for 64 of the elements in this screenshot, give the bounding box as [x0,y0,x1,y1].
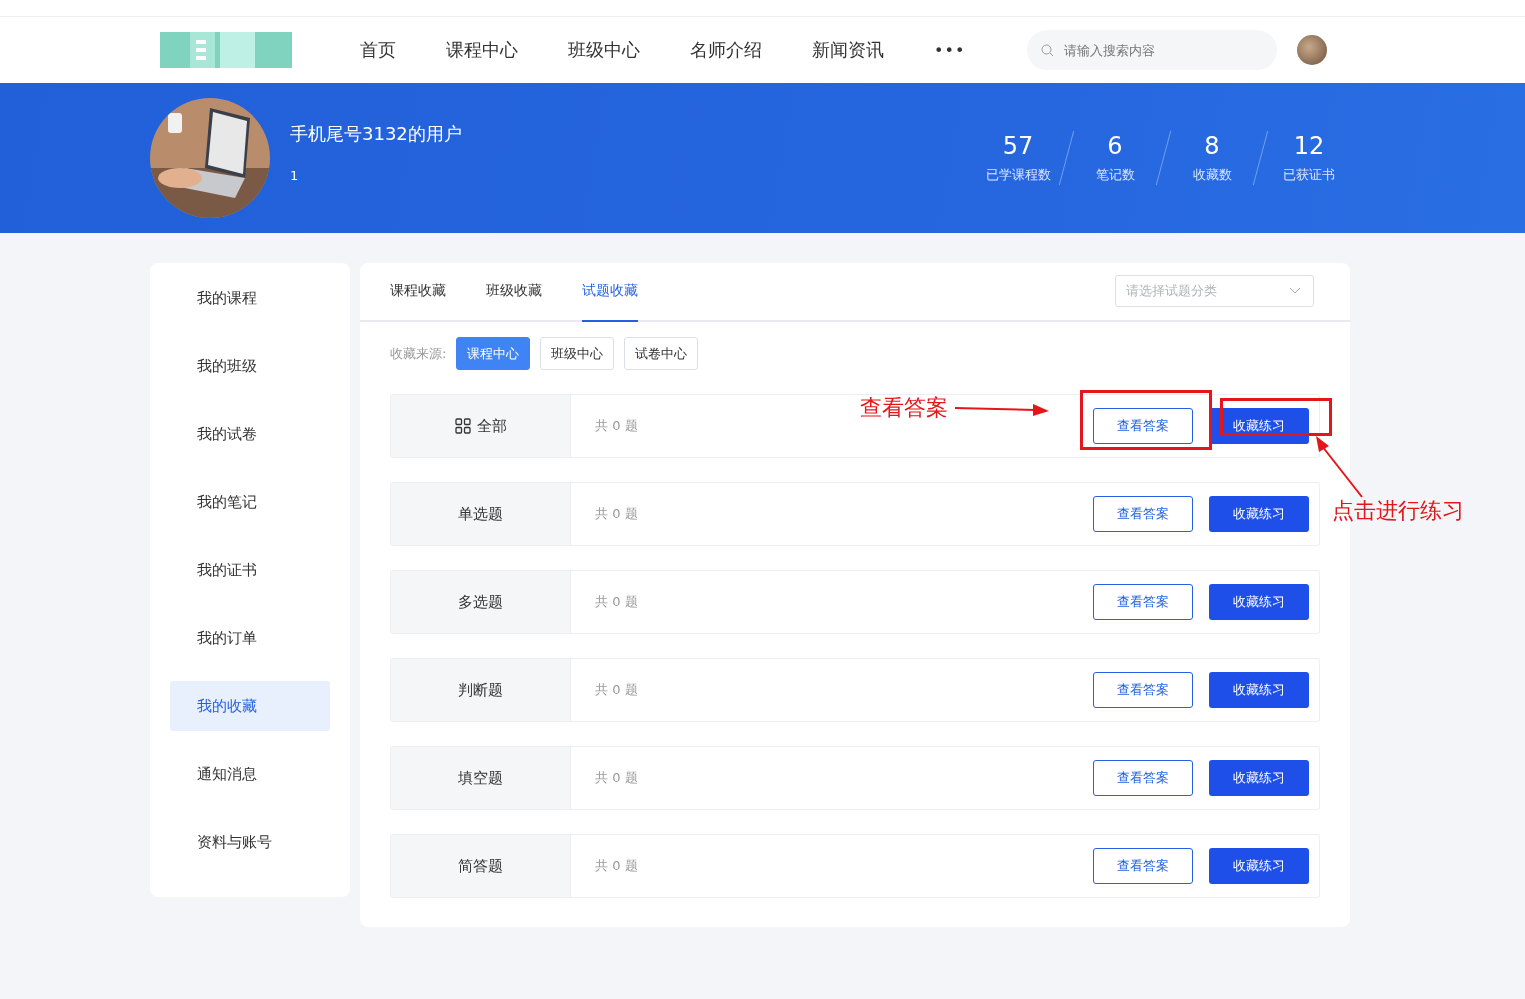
source-filter-button[interactable]: 班级中心 [540,337,615,370]
tab[interactable]: 课程收藏 [390,282,446,322]
tab[interactable]: 试题收藏 [582,282,638,322]
sidebar-item[interactable]: 我的收藏 [170,681,330,731]
nav-link[interactable]: 名师介绍 [690,38,762,62]
source-filter-button[interactable]: 课程中心 [456,337,531,370]
source-filter-button[interactable]: 试卷中心 [624,337,699,370]
sidebar-item[interactable]: 通知消息 [170,749,330,799]
practice-button[interactable]: 收藏练习 [1209,584,1309,620]
question-count: 共 0 题 [595,505,638,523]
stat-label: 已学课程数 [985,166,1051,184]
user-subtitle: 1 [290,167,300,183]
sidebar-item[interactable]: 我的课程 [170,273,330,323]
question-type: 填空题 [458,768,503,788]
stat-value: 12 [1293,132,1325,160]
annotation-arrow [1314,436,1364,498]
question-count: 共 0 题 [595,857,638,875]
source-label: 收藏来源: [390,344,447,363]
nav-link[interactable]: 课程中心 [446,38,518,62]
search-field[interactable]: 请输入搜索内容 [1027,30,1278,70]
nav-link[interactable]: 首页 [360,38,396,62]
view-answers-button[interactable]: 查看答案 [1093,848,1193,884]
practice-button[interactable]: 收藏练习 [1209,672,1309,708]
question-type: 单选题 [458,504,503,524]
question-type: 简答题 [458,856,503,876]
sidebar-item[interactable]: 我的证书 [170,545,330,595]
question-type: 全部 [476,416,507,436]
annotation-text: 查看答案 [860,394,948,422]
view-answers-button[interactable]: 查看答案 [1093,496,1193,532]
chevron-down-icon [1289,287,1301,295]
more-menu[interactable]: ••• [934,40,966,60]
question-count: 共 0 题 [595,769,638,787]
practice-button[interactable]: 收藏练习 [1209,496,1309,532]
stat-value: 57 [1002,132,1034,160]
practice-button[interactable]: 收藏练习 [1209,848,1309,884]
sidebar-item[interactable]: 资料与账号 [170,817,330,867]
stat-label: 已获证书 [1283,166,1335,184]
stat-label: 收藏数 [1192,166,1232,184]
nav-link[interactable]: 班级中心 [568,38,640,62]
view-answers-button[interactable]: 查看答案 [1093,584,1193,620]
view-answers-button[interactable]: 查看答案 [1093,760,1193,796]
sidebar-item[interactable]: 我的笔记 [170,477,330,527]
sidebar-item[interactable]: 我的订单 [170,613,330,663]
user-avatar[interactable] [1297,35,1328,65]
annotation-text: 点击进行练习 [1332,497,1464,525]
practice-button[interactable]: 收藏练习 [1209,408,1309,444]
practice-button[interactable]: 收藏练习 [1209,760,1309,796]
stat-value: 6 [1107,132,1123,160]
search-icon [1041,43,1055,57]
search-input[interactable]: 请输入搜索内容 [1062,41,1263,59]
view-answers-button[interactable]: 查看答案 [1093,672,1193,708]
user-name: 手机尾号3132的用户 [290,121,462,146]
question-count: 共 0 题 [595,417,638,435]
tab[interactable]: 班级收藏 [486,282,542,322]
stat-value: 8 [1204,132,1220,160]
nav-link[interactable]: 新闻资讯 [812,38,884,62]
stat-label: 笔记数 [1095,166,1135,184]
sidebar-item[interactable]: 我的试卷 [170,409,330,459]
question-count: 共 0 题 [595,681,638,699]
question-type: 判断题 [458,680,503,700]
sidebar-item[interactable]: 我的班级 [170,341,330,391]
question-count: 共 0 题 [595,593,638,611]
view-answers-button[interactable]: 查看答案 [1093,408,1193,444]
question-type: 多选题 [458,592,503,612]
